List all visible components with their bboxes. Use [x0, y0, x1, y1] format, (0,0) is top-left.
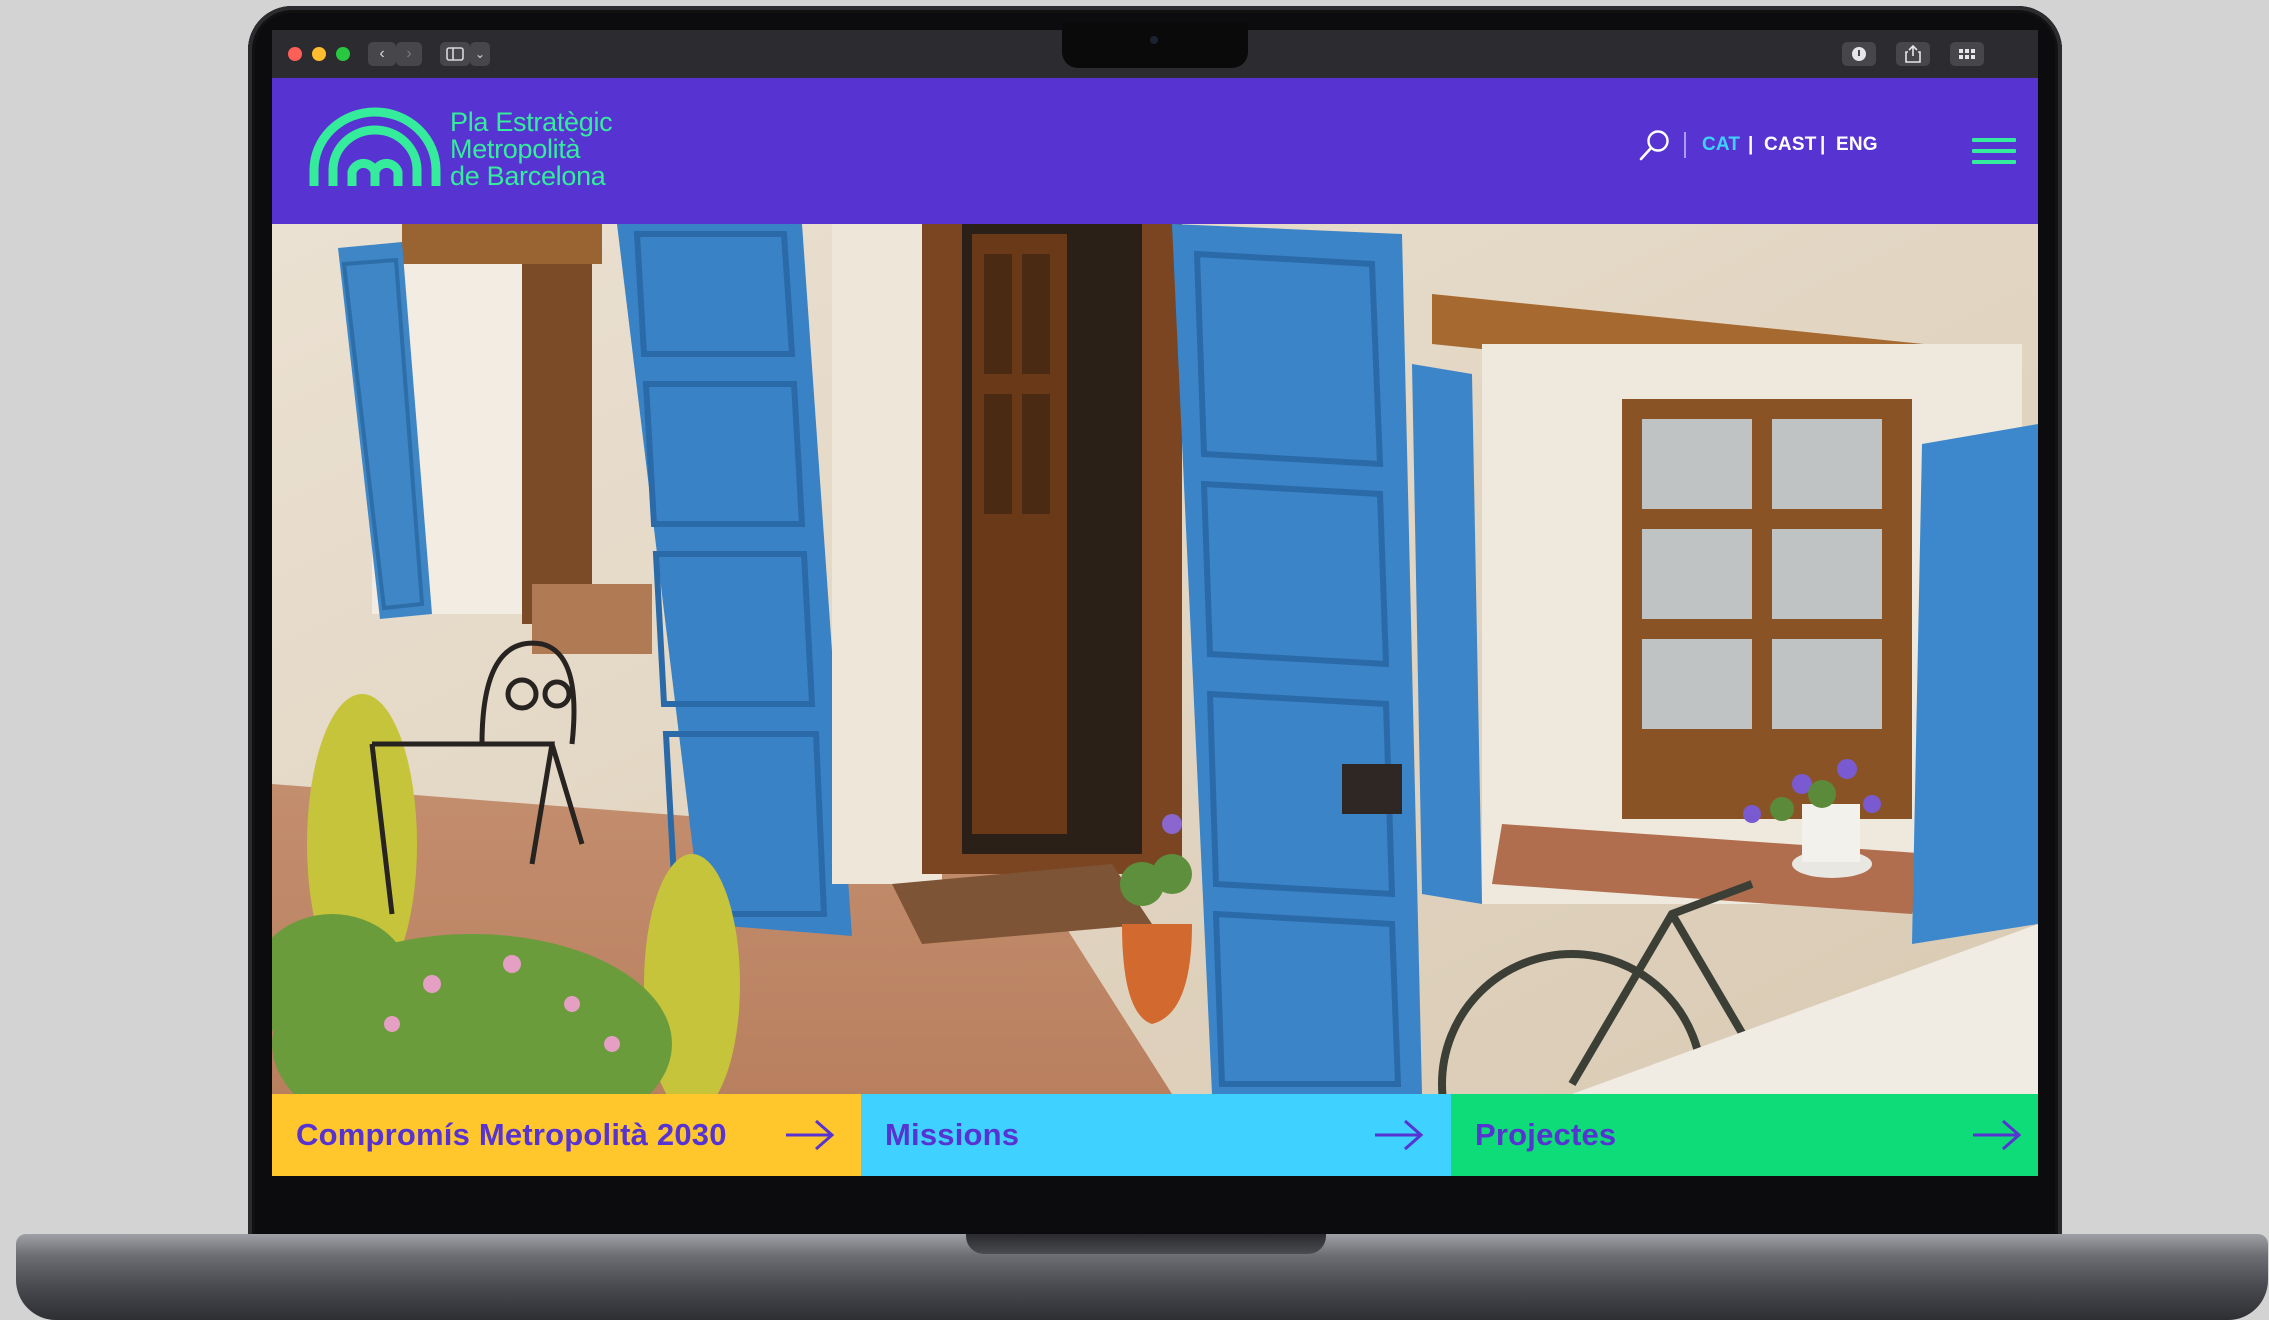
back-icon[interactable]: ‹ — [368, 42, 396, 66]
arrow-right-icon — [1973, 1119, 2022, 1151]
cta-projectes[interactable]: Projectes — [1451, 1094, 2038, 1176]
logo-line-1: Pla Estratègic — [450, 107, 613, 137]
cta-label: Projectes — [1475, 1117, 1617, 1152]
lang-cast-link[interactable]: CAST — [1764, 133, 1817, 157]
tabs-overview-icon[interactable] — [1950, 42, 1984, 66]
lang-eng-link[interactable]: ENG — [1836, 133, 1878, 157]
logo-arches-icon — [309, 107, 441, 186]
cta-strip: Compromís Metropolità 2030 Missions Proj… — [272, 1094, 2038, 1176]
chevron-down-icon[interactable]: ⌄ — [470, 42, 490, 66]
window-close-button[interactable] — [288, 47, 302, 61]
sidebar-icon[interactable] — [440, 42, 470, 66]
hamburger-menu-icon[interactable] — [1972, 138, 2016, 168]
privacy-icon[interactable] — [1842, 42, 1876, 66]
lang-separator: | — [1748, 134, 1754, 155]
lang-cat-link[interactable]: CAT — [1702, 133, 1740, 157]
share-icon[interactable] — [1896, 42, 1930, 66]
logo-text: Pla Estratègic Metropolità de Barcelona — [450, 107, 613, 191]
cta-compromis-metropolita-2030[interactable]: Compromís Metropolità 2030 — [272, 1094, 861, 1176]
cta-label: Compromís Metropolità 2030 — [296, 1117, 727, 1152]
search-icon[interactable] — [1638, 128, 1672, 162]
camera-notch — [1062, 22, 1248, 68]
hero-image — [272, 224, 2038, 1094]
search-separator — [1684, 132, 1686, 158]
arrow-right-icon — [1375, 1119, 1424, 1151]
cta-missions[interactable]: Missions — [861, 1094, 1451, 1176]
laptop-base-notch — [966, 1234, 1326, 1254]
camera-icon — [1150, 36, 1158, 44]
arrow-right-icon — [786, 1119, 835, 1151]
site-header: Pla Estratègic Metropolità de Barcelona … — [272, 78, 2038, 224]
laptop-screen: ‹ › ⌄ Pla Estratègic Metropolità de Barc… — [272, 30, 2038, 1176]
forward-icon[interactable]: › — [396, 42, 422, 66]
logo-line-3: de Barcelona — [450, 161, 606, 191]
cta-label: Missions — [885, 1117, 1020, 1152]
logo-line-2: Metropolità — [450, 134, 581, 164]
window-zoom-button[interactable] — [336, 47, 350, 61]
window-minimize-button[interactable] — [312, 47, 326, 61]
lang-separator: | — [1820, 134, 1826, 155]
